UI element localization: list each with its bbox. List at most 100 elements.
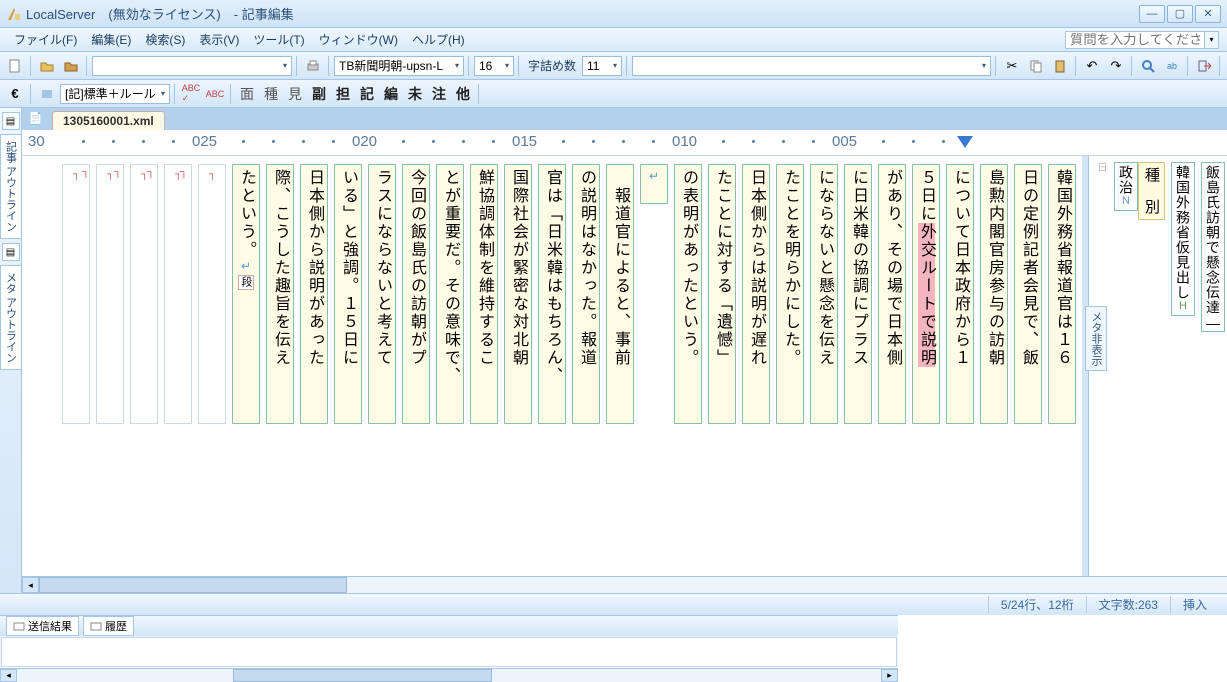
text-column[interactable]: があり、その場で日本側 — [878, 164, 906, 424]
jizume-select[interactable]: 11▾ — [582, 56, 622, 76]
text-column[interactable]: 島勲内閣官房参与の訪朝 — [980, 164, 1008, 424]
meta-hide-button[interactable]: メタ非表示 — [1085, 306, 1107, 371]
status-charcount: 文字数:263 — [1086, 596, 1170, 613]
sidebar-btn1[interactable]: ▤ — [2, 112, 20, 130]
menu-edit[interactable]: 編集(E) — [85, 29, 137, 50]
redo-icon[interactable]: ↷ — [1105, 55, 1127, 77]
text-column[interactable]: の説明はなかった。報道 — [572, 164, 600, 424]
cut-icon[interactable]: ✂ — [1001, 55, 1023, 77]
cjk-ki[interactable]: 記 — [356, 83, 378, 105]
text-column[interactable]: たという。↵段 — [232, 164, 260, 424]
open-folder-icon[interactable] — [36, 55, 58, 77]
empty-column: ┐ — [130, 164, 158, 424]
text-column[interactable]: ラスにならないと考えて — [368, 164, 396, 424]
text-column[interactable]: 報道官によると、事前 — [606, 164, 634, 424]
text-column[interactable]: ５日に外交ルートで説明 — [912, 164, 940, 424]
menu-help[interactable]: ヘルプ(H) — [406, 29, 471, 50]
menu-bar: ファイル(F) 編集(E) 検索(S) 表示(V) ツール(T) ウィンドウ(W… — [0, 28, 1227, 52]
dock-tab-send[interactable]: 送信結果 — [6, 616, 79, 636]
meta-head-shubetsu: 種 別 — [1138, 162, 1165, 220]
print-icon[interactable] — [302, 55, 324, 77]
undo-icon[interactable]: ↶ — [1081, 55, 1103, 77]
text-column[interactable]: 韓国外務省報道官は１６ — [1048, 164, 1076, 424]
file-tab-icon: 📄 — [28, 111, 44, 127]
text-column[interactable]: の表明があったという。 — [674, 164, 702, 424]
text-column[interactable]: たことに対する「遺憾」 — [708, 164, 736, 424]
euro-icon[interactable]: € — [4, 83, 26, 105]
font-name-select[interactable]: TB新聞明朝-upsn-L▾ — [334, 56, 464, 76]
text-column[interactable]: 日本側からは説明が遅れ — [742, 164, 770, 424]
meta-headline-3: 韓国外務省仮見出しH — [1171, 162, 1195, 316]
file-tab[interactable]: 1305160001.xml — [52, 111, 165, 130]
cjk-ta[interactable]: 他 — [452, 83, 474, 105]
dock-body — [1, 637, 897, 667]
menu-view[interactable]: 表示(V) — [193, 29, 245, 50]
cjk-shu[interactable]: 種 — [260, 83, 282, 105]
menu-window[interactable]: ウィンドウ(W) — [313, 29, 404, 50]
text-column[interactable]: 国際社会が緊密な対北朝 — [504, 164, 532, 424]
minimize-button[interactable]: — — [1139, 5, 1165, 23]
cjk-mi[interactable]: 未 — [404, 83, 426, 105]
empty-column: ┐ — [164, 164, 192, 424]
sidebar-tab-article[interactable]: 記事 アウトライン — [0, 134, 22, 239]
exit-icon[interactable] — [1193, 55, 1215, 77]
replace-icon[interactable]: ab — [1161, 55, 1183, 77]
copy-icon[interactable] — [1025, 55, 1047, 77]
text-column[interactable]: 際、こうした趣旨を伝え — [266, 164, 294, 424]
new-doc-icon[interactable] — [4, 55, 26, 77]
text-column[interactable]: ↵ — [640, 164, 668, 204]
text-column[interactable]: 日本側から説明があった — [300, 164, 328, 424]
maximize-button[interactable]: ▢ — [1167, 5, 1193, 23]
jizume-label: 字詰め数 — [524, 57, 580, 74]
extra-combo[interactable]: ▾ — [632, 56, 991, 76]
cjk-men[interactable]: 面 — [236, 83, 258, 105]
editor-pane: 韓国外務省報道官は１６日の定例記者会見で、飯島勲内閣官房参与の訪朝について日本政… — [22, 156, 1227, 576]
help-search-dropdown[interactable]: ▾ — [1205, 31, 1219, 49]
cjk-chu[interactable]: 注 — [428, 83, 450, 105]
sidebar-tab-meta[interactable]: メタ アウトライン — [0, 265, 22, 370]
toggle-icon[interactable] — [36, 83, 58, 105]
cjk-fuku[interactable]: 副 — [308, 83, 330, 105]
paste-icon[interactable] — [1049, 55, 1071, 77]
title-bar: LocalServer (無効なライセンス) - 記事編集 — ▢ ✕ — [0, 0, 1227, 28]
cjk-hen[interactable]: 編 — [380, 83, 402, 105]
menu-file[interactable]: ファイル(F) — [8, 29, 83, 50]
text-column[interactable]: 日の定例記者会見で、飯 — [1014, 164, 1042, 424]
cjk-tan[interactable]: 担 — [332, 83, 354, 105]
cjk-ken[interactable]: 見 — [284, 83, 306, 105]
spellcheck2-icon[interactable]: ABC — [204, 83, 226, 105]
text-column[interactable]: 今回の飯島氏の訪朝がプ — [402, 164, 430, 424]
meta-category: 政治N — [1114, 162, 1138, 211]
text-column[interactable]: にならないと懸念を伝え — [810, 164, 838, 424]
sidebar-btn2[interactable]: ▤ — [2, 243, 20, 261]
close-button[interactable]: ✕ — [1195, 5, 1221, 23]
help-search-input[interactable] — [1065, 31, 1205, 49]
text-column[interactable]: に日米韓の協調にプラス — [844, 164, 872, 424]
menu-search[interactable]: 検索(S) — [139, 29, 191, 50]
text-column[interactable]: いる」と強調。１５日に — [334, 164, 362, 424]
horizontal-scrollbar[interactable]: ◂ ▸ — [22, 576, 1227, 593]
dock-tab-history[interactable]: 履歴 — [83, 616, 134, 636]
doc-combo[interactable]: ▾ — [92, 56, 292, 76]
spellcheck-icon[interactable]: ABC✓ — [180, 83, 202, 105]
text-column[interactable]: について日本政府から１ — [946, 164, 974, 424]
main-toolbar: ▾ TB新聞明朝-upsn-L▾ 16▾ 字詰め数 11▾ ▾ ✂ ↶ ↷ ab — [0, 52, 1227, 80]
find-icon[interactable] — [1137, 55, 1159, 77]
empty-column: ┐ — [96, 164, 124, 424]
meta-headline-2: 飯島氏訪朝で懸念伝達― — [1201, 162, 1225, 332]
window-title: LocalServer (無効なライセンス) - 記事編集 — [26, 4, 1139, 23]
text-column[interactable]: 鮮協調体制を維持するこ — [470, 164, 498, 424]
text-column[interactable]: たことを明らかにした。 — [776, 164, 804, 424]
text-editor[interactable]: 韓国外務省報道官は１６日の定例記者会見で、飯島勲内閣官房参与の訪朝について日本政… — [22, 156, 1082, 576]
ruler: 30 025 020 015 010 005 — [22, 130, 1227, 156]
secondary-toolbar: € [記]標準＋ルール▾ ABC✓ ABC 面 種 見 副 担 記 編 未 注 … — [0, 80, 1227, 108]
text-column[interactable]: とが重要だ。その意味で、 — [436, 164, 464, 424]
open-folder2-icon[interactable] — [60, 55, 82, 77]
style-select[interactable]: [記]標準＋ルール▾ — [60, 84, 170, 104]
ruler-marker-icon[interactable] — [957, 136, 973, 148]
font-size-select[interactable]: 16▾ — [474, 56, 514, 76]
text-column[interactable]: 官は「日米韓はもちろん、 — [538, 164, 566, 424]
menu-tool[interactable]: ツール(T) — [247, 29, 310, 50]
document-area: ▤ 記事 アウトライン ▤ メタ アウトライン 📄 1305160001.xml… — [0, 108, 1227, 593]
app-icon — [6, 6, 22, 22]
